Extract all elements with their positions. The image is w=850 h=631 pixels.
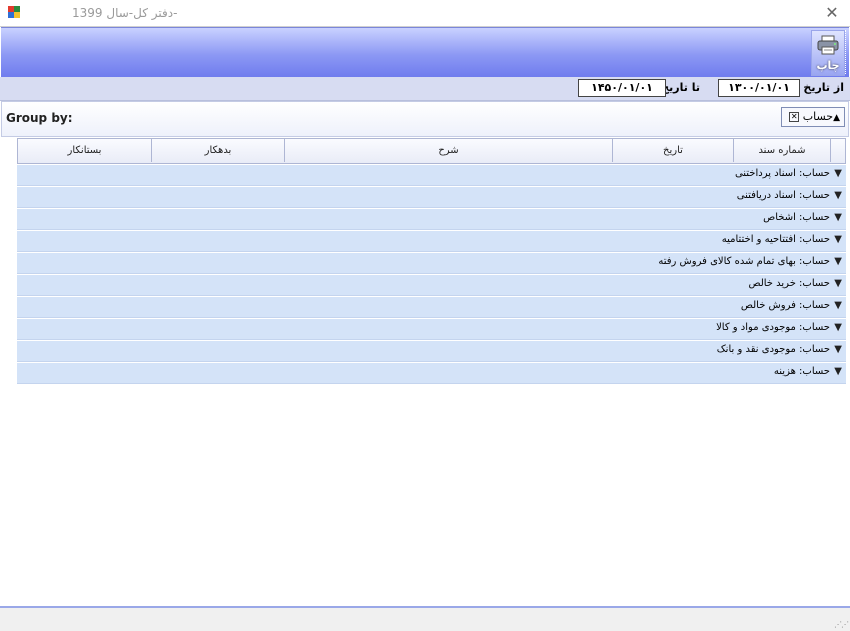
ledger-grid: شماره سند تاریخ شرح بدهکار بستانکار ▼ حسا… xyxy=(17,138,846,384)
group-by-panel: Group by: ✕ حساب▲ xyxy=(1,101,849,137)
from-date-field[interactable]: ۱۳۰۰/۰۱/۰۱ xyxy=(718,79,800,97)
group-row-label: حساب: اشخاص xyxy=(763,212,830,223)
group-row[interactable]: ▼ حساب: موجودی نقد و بانک xyxy=(17,341,846,362)
chevron-down-icon[interactable]: ▼ xyxy=(834,168,842,179)
chevron-down-icon[interactable]: ▼ xyxy=(834,256,842,267)
to-date-field[interactable]: ۱۴۵۰/۰۱/۰۱ xyxy=(578,79,666,97)
grid-header: شماره سند تاریخ شرح بدهکار بستانکار xyxy=(17,138,846,164)
column-header-description[interactable]: شرح xyxy=(284,139,612,162)
sort-up-icon: ▲ xyxy=(833,113,840,123)
group-row-label: حساب: هزینه xyxy=(773,366,830,377)
date-filter-row: از تاریخ ۱۳۰۰/۰۱/۰۱ تا تاریخ ۱۴۵۰/۰۱/۰۱ xyxy=(0,77,850,101)
group-row[interactable]: ▼ حساب: فروش خالص xyxy=(17,297,846,318)
group-row-label: حساب: موجودی مواد و کالا xyxy=(716,322,830,333)
group-chip-label: حساب xyxy=(802,110,834,123)
chevron-down-icon[interactable]: ▼ xyxy=(834,300,842,311)
group-row-label: حساب: بهای تمام شده کالای فروش رفته xyxy=(658,256,830,267)
group-row-label: حساب: اسناد پرداختنی xyxy=(734,168,830,179)
printer-icon xyxy=(817,35,839,55)
chevron-down-icon[interactable]: ▼ xyxy=(834,344,842,355)
chevron-down-icon[interactable]: ▼ xyxy=(834,212,842,223)
chevron-down-icon[interactable]: ▼ xyxy=(834,278,842,289)
group-row-label: حساب: خرید خالص xyxy=(748,278,830,289)
chevron-down-icon[interactable]: ▼ xyxy=(834,190,842,201)
column-header-doc-number[interactable]: شماره سند xyxy=(733,139,830,162)
column-header-debit[interactable]: بدهکار xyxy=(151,139,284,162)
resize-grip-icon[interactable]: ⋰⋰ xyxy=(834,620,849,629)
header-expander xyxy=(830,139,845,162)
group-row[interactable]: ▼ حساب: خرید خالص xyxy=(17,275,846,296)
ribbon-toolbar: چاپ xyxy=(1,27,849,78)
column-header-date[interactable]: تاریخ xyxy=(612,139,733,162)
group-row[interactable]: ▼ حساب: اسناد پرداختنی xyxy=(17,165,846,186)
group-row-label: حساب: اسناد دریافتنی xyxy=(736,190,830,201)
group-row[interactable]: ▼ حساب: اسناد دریافتنی xyxy=(17,187,846,208)
window-title: دفتر کل-سال 1399- xyxy=(72,6,178,20)
group-row-label: حساب: افتتاحیه و اختتامیه xyxy=(721,234,830,245)
print-button[interactable]: چاپ xyxy=(811,30,845,76)
group-row[interactable]: ▼ حساب: افتتاحیه و اختتامیه xyxy=(17,231,846,252)
chevron-down-icon[interactable]: ▼ xyxy=(834,234,842,245)
chevron-down-icon[interactable]: ▼ xyxy=(834,366,842,377)
group-row[interactable]: ▼ حساب: بهای تمام شده کالای فروش رفته xyxy=(17,253,846,274)
group-row-label: حساب: موجودی نقد و بانک xyxy=(716,344,830,355)
close-icon[interactable]: ✕ xyxy=(789,112,800,122)
print-label: چاپ xyxy=(816,59,840,72)
group-row-label: حساب: فروش خالص xyxy=(740,300,830,311)
ribbon-grip xyxy=(845,30,849,74)
group-chip-account[interactable]: ✕ حساب▲ xyxy=(781,107,845,127)
group-row[interactable]: ▼ حساب: اشخاص xyxy=(17,209,846,230)
close-button[interactable]: ✕ xyxy=(822,3,842,23)
app-icon xyxy=(8,6,20,18)
status-bar: ⋰⋰ xyxy=(0,606,850,631)
group-row[interactable]: ▼ حساب: موجودی مواد و کالا xyxy=(17,319,846,340)
group-row[interactable]: ▼ حساب: هزینه xyxy=(17,363,846,384)
group-by-label: Group by: xyxy=(6,111,73,125)
column-header-credit[interactable]: بستانکار xyxy=(17,139,151,162)
chevron-down-icon[interactable]: ▼ xyxy=(834,322,842,333)
to-date-label: تا تاریخ xyxy=(661,81,700,94)
from-date-label: از تاریخ xyxy=(803,81,844,94)
title-bar: دفتر کل-سال 1399- ✕ xyxy=(0,0,850,27)
